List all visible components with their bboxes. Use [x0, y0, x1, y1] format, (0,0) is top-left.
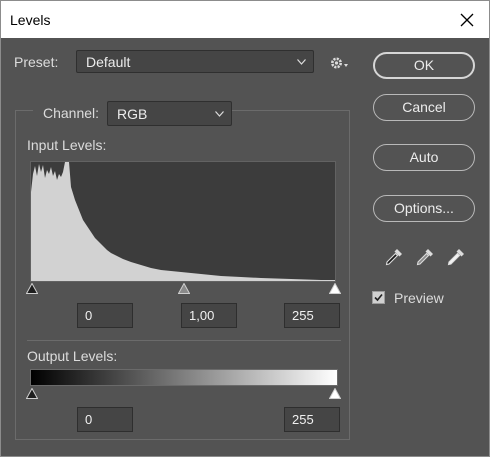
histogram — [30, 161, 336, 282]
output-white-field[interactable]: 255 — [284, 407, 340, 432]
preset-dropdown[interactable]: Default — [76, 50, 314, 73]
input-white-slider[interactable] — [329, 283, 341, 294]
checkmark-icon — [374, 293, 383, 302]
cancel-button[interactable]: Cancel — [373, 94, 475, 121]
preview-checkbox[interactable] — [372, 291, 385, 304]
input-levels-label: Input Levels: — [27, 137, 107, 153]
channel-value: RGB — [117, 105, 148, 122]
close-button[interactable] — [452, 5, 482, 35]
white-point-eyedropper-button[interactable] — [446, 247, 466, 272]
ok-button[interactable]: OK — [373, 52, 475, 79]
input-black-slider[interactable] — [26, 283, 38, 294]
divider — [27, 340, 341, 341]
white-point-eyedropper-icon — [447, 249, 464, 266]
channel-dropdown[interactable]: RGB — [107, 101, 232, 126]
preview-label[interactable]: Preview — [394, 290, 444, 306]
auto-button[interactable]: Auto — [373, 144, 475, 171]
black-point-eyedropper-button[interactable] — [384, 247, 404, 272]
chevron-down-icon — [297, 58, 306, 65]
input-gamma-slider[interactable] — [178, 283, 190, 294]
channel-label: Channel: — [33, 105, 110, 121]
gray-point-eyedropper-icon — [416, 249, 433, 266]
gear-icon — [331, 57, 348, 69]
input-gamma-field[interactable]: 1,00 — [181, 303, 237, 328]
output-gradient-bar — [30, 369, 338, 386]
output-black-slider[interactable] — [26, 388, 38, 399]
input-white-field[interactable]: 255 — [284, 303, 340, 328]
black-point-eyedropper-icon — [385, 249, 402, 266]
levels-dialog: Levels Preset: Default Channel: RGB Inpu… — [0, 0, 490, 457]
chevron-down-icon — [215, 110, 224, 117]
options-button[interactable]: Options... — [373, 195, 475, 222]
gray-point-eyedropper-button[interactable] — [415, 247, 435, 272]
preset-options-button[interactable] — [330, 56, 350, 75]
preset-label: Preset: — [14, 54, 59, 70]
title-bar: Levels — [1, 1, 489, 38]
dialog-title: Levels — [10, 12, 51, 28]
histogram-graph — [31, 162, 335, 281]
output-black-field[interactable]: 0 — [77, 407, 133, 432]
close-icon — [460, 13, 474, 27]
output-white-slider[interactable] — [329, 388, 341, 399]
preset-value: Default — [86, 53, 131, 70]
input-black-field[interactable]: 0 — [77, 303, 133, 328]
output-levels-label: Output Levels: — [27, 348, 118, 364]
